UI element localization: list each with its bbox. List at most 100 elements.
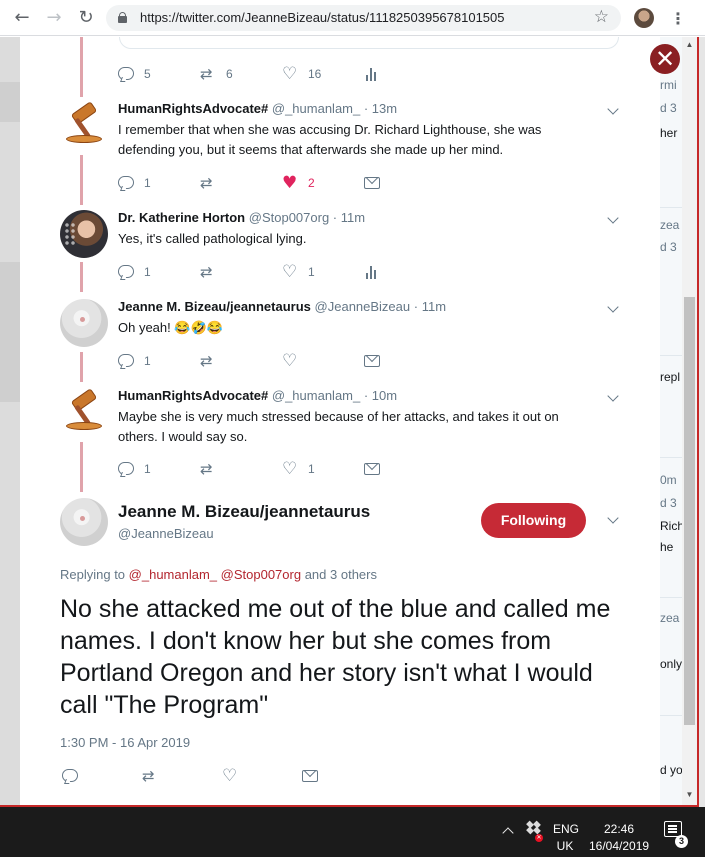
reload-icon[interactable]: ↻ <box>76 8 96 28</box>
tweet-time[interactable]: · 13m <box>364 101 397 116</box>
dropbox-icon[interactable] <box>526 820 541 835</box>
tweet-header: HumanRightsAdvocate# @_humanlam_ · 13m <box>118 101 397 116</box>
scroll-up-arrow[interactable]: ▲ <box>684 40 695 49</box>
tweet-actions: 1 ⇄ ♥ 2 <box>118 174 598 192</box>
author-name[interactable]: Dr. Katherine Horton <box>118 210 245 225</box>
author-avatar[interactable] <box>60 210 108 258</box>
tweet-header: Jeanne M. Bizeau/jeannetaurus @JeanneBiz… <box>118 299 446 314</box>
profile-avatar[interactable] <box>634 8 654 28</box>
gavel-avatar[interactable] <box>60 101 108 149</box>
bg-text: her <box>660 126 678 140</box>
reply-count: 1 <box>144 462 151 476</box>
reply-count: 5 <box>144 67 151 81</box>
thread-line <box>80 37 83 97</box>
tray-chevron-icon[interactable] <box>503 826 513 836</box>
back-icon[interactable]: ← <box>12 8 32 28</box>
scrollbar-thumb[interactable] <box>684 297 695 725</box>
address-bar[interactable]: https://twitter.com/JeanneBizeau/status/… <box>106 5 621 31</box>
close-icon[interactable]: ✕ <box>650 44 680 74</box>
author-name[interactable]: HumanRightsAdvocate# <box>118 388 268 403</box>
tweet-header: HumanRightsAdvocate# @_humanlam_ · 10m <box>118 388 397 403</box>
chevron-down-icon[interactable] <box>606 303 620 317</box>
system-clock[interactable]: 22:46 16/04/2019 <box>589 821 649 855</box>
reply-icon <box>118 354 134 367</box>
language-indicator[interactable]: ENG UK <box>553 821 580 855</box>
heart-icon: ♥ <box>282 173 298 193</box>
heart-icon: ♡ <box>282 262 298 282</box>
bg-text: 0m <box>660 473 677 487</box>
chevron-down-icon[interactable] <box>606 105 620 119</box>
like-count: 16 <box>308 67 322 81</box>
previous-tweet-actions: 5 ⇄ 6 ♡ 16 <box>118 65 598 83</box>
forward-icon[interactable]: → <box>44 8 64 28</box>
tweet-text: Yes, it's called pathological lying. <box>118 231 307 246</box>
kebab-menu-icon[interactable]: ⋮ <box>670 9 686 28</box>
tweet-text: Maybe she is very much stressed because … <box>118 409 559 444</box>
tweet-time[interactable]: · 10m <box>364 388 397 403</box>
mail-icon <box>364 177 380 189</box>
main-tweet-timestamp[interactable]: 1:30 PM - 16 Apr 2019 <box>60 735 190 750</box>
retweet-icon: ⇄ <box>142 767 155 785</box>
bg-text: only <box>660 657 682 671</box>
author-avatar[interactable] <box>60 498 108 546</box>
main-author-name[interactable]: Jeanne M. Bizeau/jeannetaurus <box>118 502 370 522</box>
reply-icon <box>118 265 134 278</box>
tweet-text: Oh yeah! 😂🤣😂 <box>118 320 223 335</box>
author-name[interactable]: Jeanne M. Bizeau/jeannetaurus <box>118 299 311 314</box>
thread-line <box>80 442 83 492</box>
tweet-modal: 5 ⇄ 6 ♡ 16 HumanRightsAdvocate# @_humanlam… <box>20 37 660 805</box>
tweet-actions: 1 ⇄ ♡ 1 <box>118 460 598 478</box>
mention-link[interactable]: @_humanlam_ <box>129 567 217 582</box>
tweet-time[interactable]: · 11m <box>414 299 446 314</box>
thread-line <box>80 352 83 382</box>
heart-icon: ♡ <box>282 459 298 479</box>
retweet-icon: ⇄ <box>200 352 213 370</box>
chevron-down-icon[interactable] <box>606 214 620 228</box>
following-button[interactable]: Following <box>481 503 586 538</box>
reply-icon <box>62 769 78 782</box>
retweet-icon: ⇄ <box>200 174 213 192</box>
reply-count: 1 <box>144 265 151 279</box>
main-tweet-text: No she attacked me out of the blue and c… <box>60 595 611 719</box>
author-handle[interactable]: @_humanlam_ <box>272 388 360 403</box>
bg-text: rmi <box>660 78 677 92</box>
tweet-time[interactable]: · 11m <box>333 210 365 225</box>
notification-count: 3 <box>675 835 688 848</box>
others-link[interactable]: and 3 others <box>305 567 377 582</box>
error-badge-icon: ✕ <box>535 834 543 842</box>
windows-taskbar: ✕ ENG UK 22:46 16/04/2019 3 <box>0 807 705 857</box>
bg-text: zea <box>660 218 680 232</box>
author-handle[interactable]: @Stop007org <box>249 210 329 225</box>
reply-icon <box>118 67 134 80</box>
bg-text: d yo <box>660 763 682 777</box>
retweet-count: 6 <box>226 67 233 81</box>
previous-tweet-card[interactable] <box>119 37 619 49</box>
url-text[interactable]: https://twitter.com/JeanneBizeau/status/… <box>140 10 505 25</box>
author-handle[interactable]: @_humanlam_ <box>272 101 360 116</box>
language-code: ENG <box>553 822 580 836</box>
bg-text: zea <box>660 611 680 625</box>
keyboard-layout: UK <box>556 839 574 853</box>
reply-count: 1 <box>144 354 151 368</box>
mention-link[interactable]: @Stop007org <box>221 567 301 582</box>
bg-text: d 3 <box>660 496 677 510</box>
mail-icon <box>302 770 318 782</box>
analytics-icon <box>365 67 379 81</box>
clock-time: 22:46 <box>603 822 635 836</box>
author-handle[interactable]: @JeanneBizeau <box>315 299 411 314</box>
browser-toolbar: ← → ↻ https://twitter.com/JeanneBizeau/s… <box>0 0 705 36</box>
chevron-down-icon[interactable] <box>606 514 620 528</box>
reply-icon <box>118 462 134 475</box>
heart-icon: ♡ <box>282 351 298 371</box>
star-icon[interactable]: ☆ <box>594 7 609 27</box>
gavel-avatar[interactable] <box>60 388 108 436</box>
like-count: 1 <box>308 462 315 476</box>
scroll-down-arrow[interactable]: ▼ <box>684 790 695 799</box>
window-edge <box>697 37 699 807</box>
background-left-strip <box>0 37 20 807</box>
author-name[interactable]: HumanRightsAdvocate# <box>118 101 268 116</box>
author-avatar[interactable] <box>60 299 108 347</box>
chevron-down-icon[interactable] <box>606 392 620 406</box>
main-author-handle[interactable]: @JeanneBizeau <box>118 526 214 541</box>
thread-line <box>80 262 83 292</box>
